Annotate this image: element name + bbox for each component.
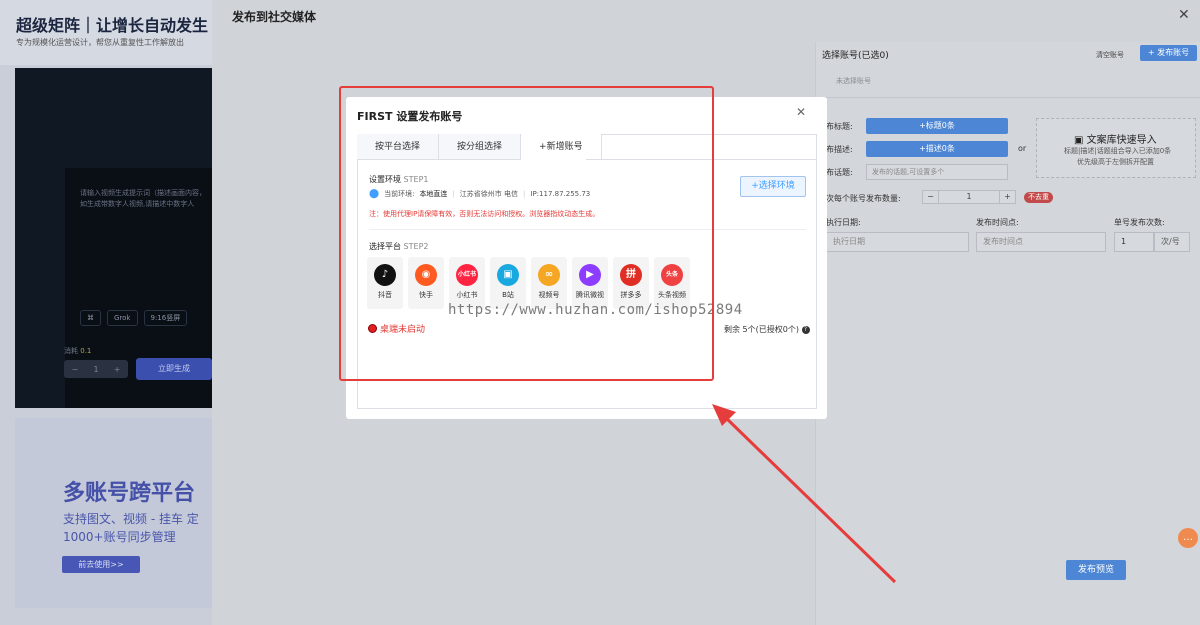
publish-preview-button[interactable]: 发布预览	[1066, 560, 1126, 580]
topic-select[interactable]: 发布的话题,可设置多个	[866, 164, 1008, 180]
bg-subtitle: 专为规模化运营设计，帮您从重复性工作解放出	[16, 38, 184, 47]
time-select[interactable]: 发布时间点	[976, 232, 1106, 252]
import-title: ▣ 文案库快速导入	[1074, 135, 1157, 146]
import-desc1: 标题|描述|话题组合导入已添加0条	[1064, 147, 1172, 155]
bg-score: 消耗 0.1	[64, 347, 92, 355]
selected-accounts-header: 选择账号(已选0)	[822, 51, 889, 61]
file-icon: ▣	[1074, 135, 1087, 146]
add-desc-button[interactable]: +描述0条	[866, 141, 1008, 157]
count-minus[interactable]: −	[923, 191, 939, 203]
date-input[interactable]: 执行日期	[826, 232, 969, 252]
bg-stepper: −1 +	[64, 360, 128, 378]
attach-icon: ⌘	[80, 310, 101, 326]
date-label: 执行日期:	[826, 218, 861, 227]
bg-generate-button: 立即生成	[136, 358, 212, 380]
bg-chip-model: Grok	[107, 310, 138, 326]
or-text: or	[1018, 144, 1027, 153]
bg-chips: ⌘ Grok 9:16竖屏	[80, 310, 188, 326]
count-label: 单次每个账号发布数量:	[818, 194, 901, 203]
time-label: 发布时间点:	[976, 218, 1019, 227]
bg-title: 超级矩阵｜让增长自动发生	[16, 16, 209, 35]
background-page: 超级矩阵｜让增长自动发生 专为规模化运营设计，帮您从重复性工作解放出 请输入视频…	[0, 0, 212, 625]
select-environment-button[interactable]: +选择环境	[740, 176, 806, 197]
help-icon[interactable]: ?	[801, 325, 810, 334]
add-publish-account-button[interactable]: + 发布账号	[1140, 45, 1197, 61]
remaining-quota: 剩余 5个(已授权0个) ?	[724, 324, 810, 335]
add-title-button[interactable]: +标题0条	[866, 118, 1008, 134]
times-label: 单号发布次数:	[1114, 218, 1165, 227]
bg-video-panel	[15, 68, 212, 408]
count-plus[interactable]: +	[999, 191, 1015, 203]
chat-icon[interactable]: …	[1178, 528, 1198, 548]
bg-promo-line1: 支持图文、视频 - 挂车 定	[63, 512, 199, 526]
bg-promo-line2: 1000+账号同步管理	[63, 530, 176, 544]
bg-video-prompt: 请输入视频生成提示词（描述画面内容，如生成带数字人视频,请描述中数字人	[80, 189, 206, 208]
no-account-placeholder: 未选择账号	[836, 77, 871, 85]
count-value[interactable]: 1	[939, 191, 999, 203]
bg-promo-title: 多账号跨平台	[63, 481, 196, 506]
times-unit: 次/号	[1154, 232, 1190, 252]
times-input[interactable]: 1	[1114, 232, 1154, 252]
modal-close-icon[interactable]: ✕	[796, 105, 806, 119]
bg-try-button: 前去使用>>	[62, 556, 140, 573]
divider	[815, 97, 1200, 98]
count-stepper[interactable]: − 1 +	[922, 190, 1016, 204]
no-repeat-toggle[interactable]: 不去重	[1024, 192, 1053, 203]
bg-chip-ratio: 9:16竖屏	[143, 310, 188, 326]
drawer-title: 发布到社交媒体	[232, 10, 317, 24]
drawer-close-icon[interactable]: ✕	[1178, 7, 1190, 23]
import-desc2: 优先级高于左侧拆开配置	[1077, 158, 1154, 166]
annotation-highlight-box	[339, 86, 714, 381]
clear-accounts-link[interactable]: 清空账号	[1096, 50, 1124, 60]
